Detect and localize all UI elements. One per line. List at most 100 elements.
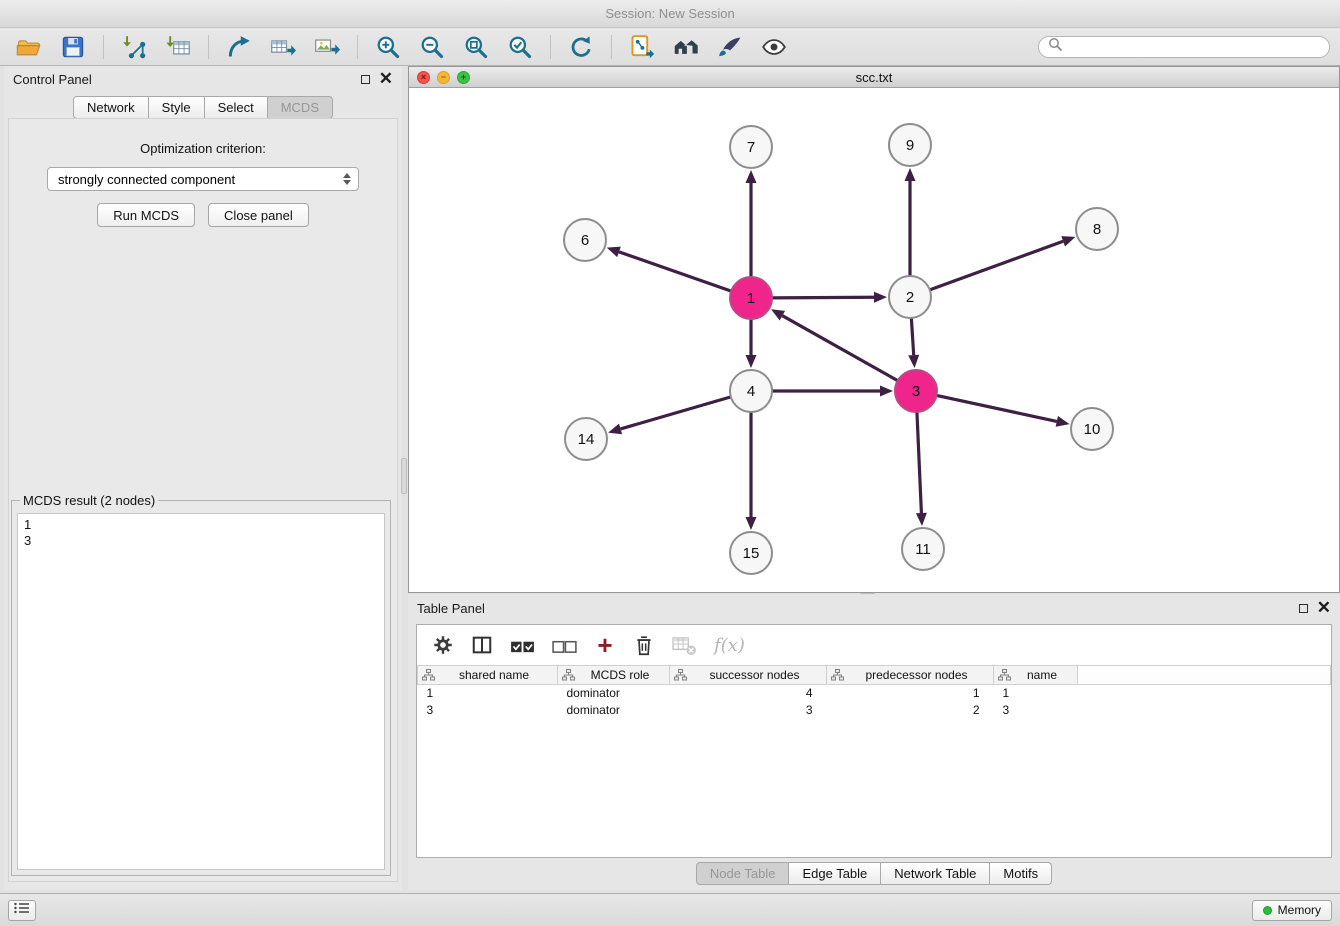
table-tabs: Node TableEdge TableNetwork TableMotifs <box>408 862 1340 885</box>
optimization-criterion-select[interactable]: strongly connected component <box>47 167 359 191</box>
close-window-button[interactable]: × <box>417 71 430 84</box>
edge-arrow-icon <box>607 247 621 257</box>
edge-2-8[interactable] <box>930 241 1063 290</box>
add-row-icon[interactable]: + <box>594 635 616 655</box>
edge-3-10[interactable] <box>937 395 1057 421</box>
task-history-button[interactable] <box>8 900 36 921</box>
graph-node-label: 10 <box>1084 421 1101 438</box>
network-canvas[interactable]: 7968124314101511 <box>409 88 1339 592</box>
select-all-icon[interactable] <box>510 636 535 655</box>
node-table-frame: + f(x) shared nameMCDS rolesuccessor node… <box>416 624 1332 858</box>
edge-arrow-icon <box>1061 236 1075 246</box>
open-session-icon[interactable] <box>10 32 48 62</box>
settings-icon[interactable] <box>432 634 454 656</box>
cell-successor-nodes[interactable]: 4 <box>670 685 827 703</box>
graph-node-label: 3 <box>912 383 920 400</box>
column-tree-icon <box>422 669 435 681</box>
run-mcds-button[interactable]: Run MCDS <box>97 203 195 227</box>
import-table-icon[interactable] <box>159 32 197 62</box>
column-header-successor-nodes[interactable]: successor nodes <box>670 666 827 685</box>
function-builder-icon[interactable]: f(x) <box>714 635 745 656</box>
search-icon <box>1048 37 1062 56</box>
memory-button[interactable]: Memory <box>1252 900 1332 921</box>
close-panel-icon[interactable]: ✕ <box>379 73 393 85</box>
save-session-icon[interactable] <box>54 32 92 62</box>
import-network-icon[interactable] <box>115 32 153 62</box>
zoom-selected-icon[interactable] <box>501 32 539 62</box>
cell-successor-nodes[interactable]: 3 <box>670 702 827 719</box>
tab-edge-table[interactable]: Edge Table <box>789 862 881 885</box>
columns-icon[interactable] <box>471 634 493 656</box>
export-image-icon[interactable] <box>308 32 346 62</box>
memory-status-icon <box>1263 906 1272 915</box>
edge-4-14[interactable] <box>621 397 731 429</box>
zoom-window-button[interactable]: + <box>457 71 470 84</box>
status-bar: Memory <box>0 893 1340 926</box>
refresh-icon[interactable] <box>562 32 600 62</box>
column-header-predecessor-nodes[interactable]: predecessor nodes <box>827 666 994 685</box>
dropdown-value: strongly connected component <box>58 172 235 187</box>
result-line: 3 <box>24 533 378 549</box>
show-hide-icon[interactable] <box>755 32 793 62</box>
float-panel-icon[interactable] <box>361 75 370 84</box>
network-view-window: × − + scc.txt 7968124314101511 <box>408 66 1340 593</box>
cell-mcds-role[interactable]: dominator <box>558 685 670 703</box>
deselect-all-icon[interactable] <box>552 636 577 655</box>
toolbar-separator <box>103 35 104 59</box>
export-table-icon[interactable] <box>264 32 302 62</box>
export-network-icon[interactable] <box>220 32 258 62</box>
minimize-window-button[interactable]: − <box>437 71 450 84</box>
table-row[interactable]: 1dominator411 <box>418 685 1331 703</box>
tab-motifs[interactable]: Motifs <box>990 862 1052 885</box>
cell-predecessor-nodes[interactable]: 1 <box>827 685 994 703</box>
table-row[interactable]: 3dominator323 <box>418 702 1331 719</box>
graph-node-label: 11 <box>915 541 931 558</box>
tab-node-table[interactable]: Node Table <box>696 862 790 885</box>
delete-row-icon[interactable] <box>633 634 655 657</box>
column-header-name[interactable]: name <box>994 666 1078 685</box>
network-window-titlebar[interactable]: × − + scc.txt <box>409 67 1339 88</box>
table-toolbar: + f(x) <box>417 625 1331 665</box>
search-input[interactable] <box>1067 39 1320 54</box>
toolbar-separator <box>550 35 551 59</box>
float-table-panel-icon[interactable] <box>1299 604 1308 613</box>
edge-1-6[interactable] <box>619 252 731 291</box>
home-icon[interactable] <box>667 32 705 62</box>
tab-network[interactable]: Network <box>73 96 149 119</box>
search-box[interactable] <box>1038 36 1330 58</box>
edge-1-2[interactable] <box>772 297 874 298</box>
copy-style-icon[interactable] <box>623 32 661 62</box>
zoom-out-icon[interactable] <box>413 32 451 62</box>
list-icon <box>14 901 30 919</box>
tab-style[interactable]: Style <box>149 96 205 119</box>
cell-name[interactable]: 3 <box>994 702 1078 719</box>
cell-name[interactable]: 1 <box>994 685 1078 703</box>
optimization-label: Optimization criterion: <box>9 141 397 156</box>
cell-predecessor-nodes[interactable]: 2 <box>827 702 994 719</box>
zoom-in-icon[interactable] <box>369 32 407 62</box>
mcds-result-box: MCDS result (2 nodes) 13 <box>11 493 391 876</box>
zoom-fit-icon[interactable] <box>457 32 495 62</box>
cell-shared-name[interactable]: 1 <box>418 685 558 703</box>
column-tree-icon <box>674 669 687 681</box>
edge-2-3[interactable] <box>911 318 913 355</box>
edge-arrow-icon <box>746 517 757 530</box>
close-table-panel-icon[interactable]: ✕ <box>1317 602 1331 614</box>
edge-arrow-icon <box>608 424 622 435</box>
column-header-mcds-role[interactable]: MCDS role <box>558 666 670 685</box>
cell-shared-name[interactable]: 3 <box>418 702 558 719</box>
vertical-splitter-handle[interactable] <box>401 458 407 494</box>
cell-mcds-role[interactable]: dominator <box>558 702 670 719</box>
cell-filler <box>1078 702 1331 719</box>
edge-3-1[interactable] <box>782 316 897 381</box>
tab-mcds[interactable]: MCDS <box>268 96 333 119</box>
mcds-result-list[interactable]: 13 <box>17 513 385 870</box>
destroy-table-icon[interactable] <box>672 635 697 656</box>
tab-network-table[interactable]: Network Table <box>881 862 990 885</box>
column-header-shared-name[interactable]: shared name <box>418 666 558 685</box>
edge-arrow-icon <box>746 170 757 183</box>
edge-3-11[interactable] <box>917 412 921 513</box>
tab-select[interactable]: Select <box>205 96 268 119</box>
close-panel-button[interactable]: Close panel <box>208 203 309 227</box>
apply-style-icon[interactable] <box>711 32 749 62</box>
